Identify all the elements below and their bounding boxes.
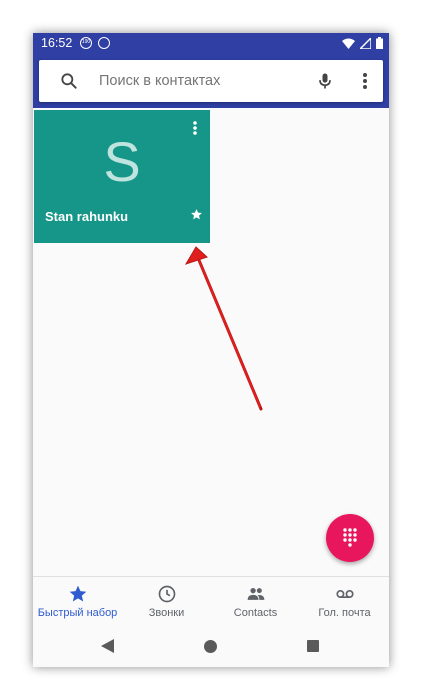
tab-voicemail[interactable]: Гол. почта: [300, 577, 389, 629]
status-icons: [342, 37, 383, 49]
tab-speed-dial[interactable]: Быстрый набор: [33, 577, 122, 629]
search-input[interactable]: [99, 71, 299, 91]
system-navigation-bar: [33, 628, 389, 667]
contact-initial: S: [103, 130, 141, 193]
star-icon: [191, 209, 202, 220]
back-icon[interactable]: [101, 639, 115, 653]
microphone-icon[interactable]: [315, 71, 335, 91]
phone-screen: 16:52 190 S Stan rahunku: [33, 33, 389, 667]
tab-contacts[interactable]: Contacts: [211, 577, 300, 629]
star-icon: [69, 585, 86, 602]
contact-name: Stan rahunku: [45, 209, 129, 224]
tab-label: Гол. почта: [318, 607, 371, 619]
tab-label: Contacts: [233, 607, 278, 619]
voicemail-icon: [335, 589, 354, 599]
tab-calls[interactable]: Звонки: [122, 577, 211, 629]
signal-icon: [360, 37, 371, 49]
dialpad-button[interactable]: [326, 514, 374, 562]
wifi-icon: [342, 38, 355, 49]
more-vert-icon[interactable]: [357, 71, 373, 91]
tab-label: Звонки: [148, 607, 185, 619]
more-vert-icon[interactable]: [189, 120, 201, 136]
tab-label: Быстрый набор: [37, 607, 118, 619]
favorite-contact-tile[interactable]: S Stan rahunku: [34, 110, 210, 243]
bottom-navigation: Быстрый набор Звонки Contacts Гол. почта: [33, 576, 389, 629]
badge-icon: 190: [80, 37, 92, 49]
recent-apps-icon[interactable]: [307, 640, 319, 652]
status-time: 16:52: [41, 36, 73, 50]
battery-icon: [376, 37, 383, 49]
dialpad-icon: [343, 528, 357, 547]
search-icon[interactable]: [59, 71, 79, 91]
clock-icon: [158, 585, 175, 603]
data-saver-icon: [98, 37, 110, 49]
people-icon: [247, 588, 264, 600]
home-icon[interactable]: [204, 640, 217, 653]
search-bar[interactable]: [39, 60, 383, 102]
status-bar: 16:52 190: [33, 33, 389, 54]
